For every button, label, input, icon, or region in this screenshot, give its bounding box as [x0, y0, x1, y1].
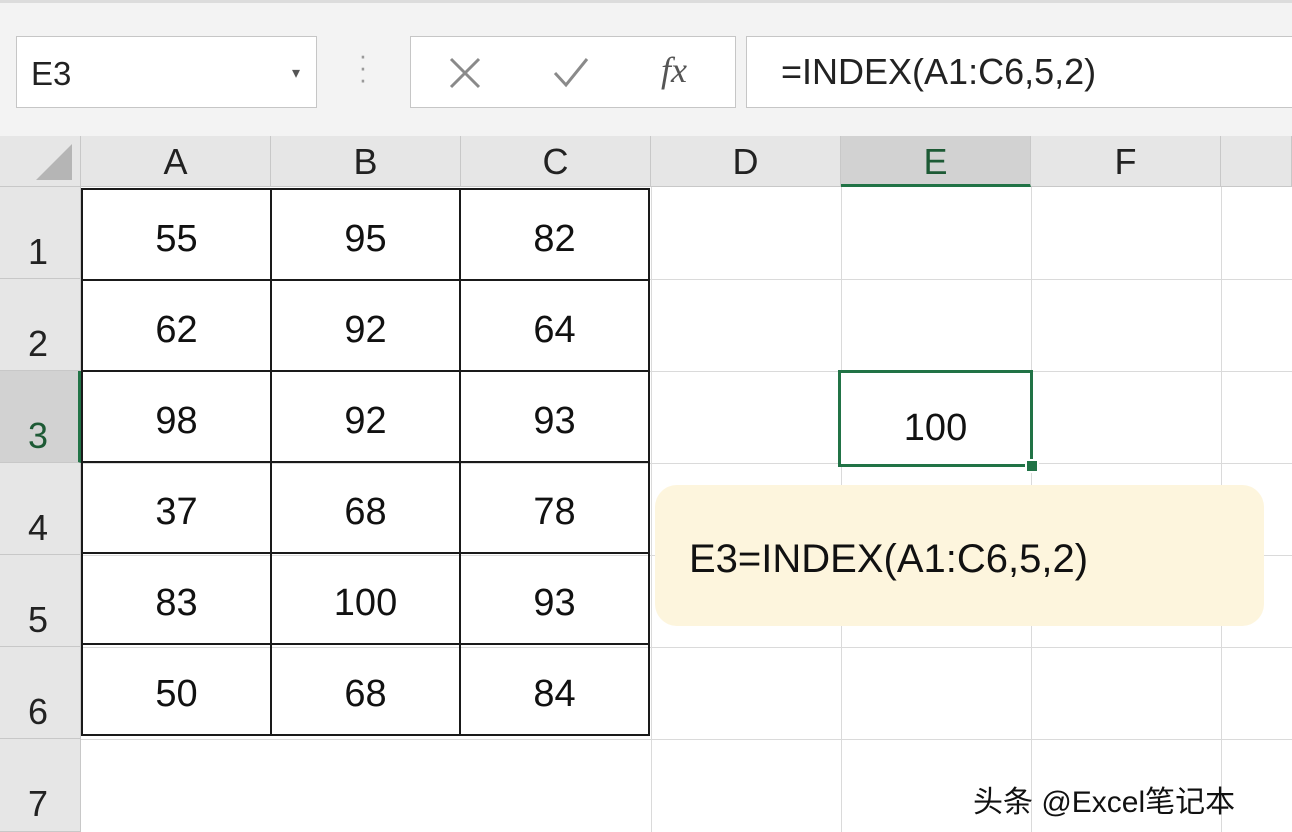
cell-a2[interactable]: 62	[81, 279, 272, 372]
close-icon[interactable]	[447, 55, 483, 96]
worksheet-grid: A B C D E F 1 2 3 4 5 6 7 55 95 82 62 92…	[0, 136, 1292, 832]
row-header-3[interactable]: 3	[0, 371, 81, 463]
select-all-button[interactable]	[0, 136, 81, 187]
cell-c3[interactable]: 93	[459, 370, 650, 463]
checkmark-icon[interactable]	[551, 55, 591, 96]
cell-c5[interactable]: 93	[459, 552, 650, 645]
cell-b1[interactable]: 95	[270, 188, 461, 281]
excel-window: E3 ▾ · · · fx =INDEX(A1:C6,5,2) A B C D E …	[0, 0, 1292, 832]
cell-a4[interactable]: 37	[81, 461, 272, 554]
row-header-4[interactable]: 4	[0, 463, 81, 555]
watermark: 头条 @Excel笔记本	[973, 786, 1236, 819]
formula-text: =INDEX(A1:C6,5,2)	[781, 51, 1097, 92]
chevron-down-icon[interactable]: ▾	[292, 63, 300, 83]
column-header-c[interactable]: C	[461, 136, 651, 187]
cell-b3[interactable]: 92	[270, 370, 461, 463]
vertical-ellipsis-icon[interactable]: · · ·	[353, 42, 373, 92]
table-row: 83 100 93	[81, 552, 650, 645]
cell-c2[interactable]: 64	[459, 279, 650, 372]
cell-a1[interactable]: 55	[81, 188, 272, 281]
column-header-g[interactable]	[1221, 136, 1292, 187]
fill-handle[interactable]	[1025, 459, 1039, 473]
name-box[interactable]: E3 ▾	[16, 36, 317, 108]
table-row: 50 68 84	[81, 643, 650, 736]
table-row: 98 92 93	[81, 370, 650, 463]
row-header-1[interactable]: 1	[0, 187, 81, 279]
cell-b4[interactable]: 68	[270, 461, 461, 554]
cell-c1[interactable]: 82	[459, 188, 650, 281]
cell-a5[interactable]: 83	[81, 552, 272, 645]
column-header-e[interactable]: E	[841, 136, 1031, 187]
table-row: 37 68 78	[81, 461, 650, 554]
column-header-f[interactable]: F	[1031, 136, 1221, 187]
insert-function-button[interactable]: fx	[661, 49, 687, 91]
gridline	[651, 187, 652, 832]
cell-a6[interactable]: 50	[81, 643, 272, 736]
callout-text: E3=INDEX(A1:C6,5,2)	[689, 537, 1089, 581]
table-row: 62 92 64	[81, 279, 650, 372]
cell-b5[interactable]: 100	[270, 552, 461, 645]
data-table: 55 95 82 62 92 64 98 92 93 37 68 78 83 1	[81, 188, 650, 736]
row-header-6[interactable]: 6	[0, 647, 81, 739]
formula-buttons: fx	[410, 36, 736, 108]
table-row: 55 95 82	[81, 188, 650, 281]
formula-callout: E3=INDEX(A1:C6,5,2)	[655, 485, 1264, 626]
name-box-value: E3	[31, 55, 72, 92]
row-header-2[interactable]: 2	[0, 279, 81, 371]
row-header-5[interactable]: 5	[0, 555, 81, 647]
cell-b6[interactable]: 68	[270, 643, 461, 736]
column-header-a[interactable]: A	[81, 136, 271, 187]
cell-c4[interactable]: 78	[459, 461, 650, 554]
row-header-7[interactable]: 7	[0, 739, 81, 832]
column-header-d[interactable]: D	[651, 136, 841, 187]
active-cell-e3[interactable]: 100	[838, 370, 1033, 467]
gridline	[81, 739, 1292, 740]
column-header-b[interactable]: B	[271, 136, 461, 187]
formula-input[interactable]: =INDEX(A1:C6,5,2)	[746, 36, 1292, 108]
formula-bar: E3 ▾ · · · fx =INDEX(A1:C6,5,2)	[0, 0, 1292, 136]
cell-c6[interactable]: 84	[459, 643, 650, 736]
cell-a3[interactable]: 98	[81, 370, 272, 463]
cell-b2[interactable]: 92	[270, 279, 461, 372]
